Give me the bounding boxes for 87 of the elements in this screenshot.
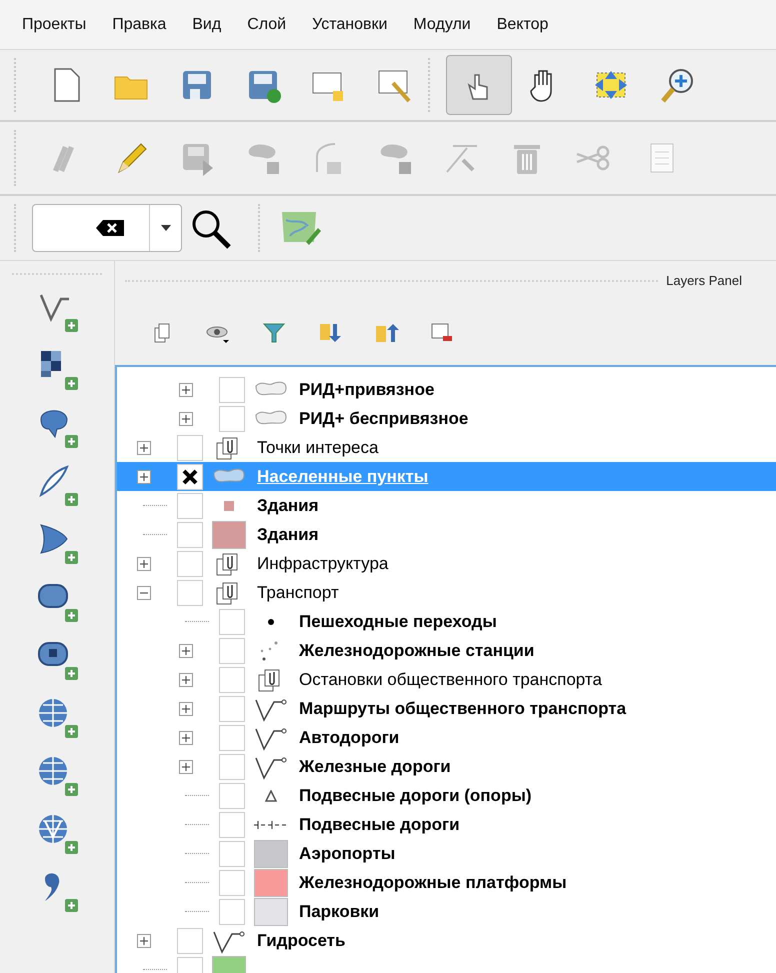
expand-icon[interactable] [179, 702, 193, 716]
menu-item[interactable]: Слой [247, 12, 286, 36]
menu-item[interactable]: Вид [192, 12, 222, 36]
layer-row[interactable]: Транспорт [117, 578, 776, 607]
collapse-icon[interactable] [137, 586, 151, 600]
expand-icon[interactable] [137, 440, 151, 454]
layer-row[interactable]: Остановки общественного транспорта [117, 665, 776, 694]
dropdown-caret-icon[interactable] [160, 225, 170, 231]
layer-name: Автодороги [299, 726, 400, 749]
layer-name: Гидросеть [257, 930, 346, 952]
layer-checkbox[interactable] [177, 434, 203, 460]
layer-row[interactable]: Парковки [117, 897, 776, 926]
layer-checkbox[interactable] [177, 928, 203, 954]
layer-checkbox[interactable] [219, 898, 245, 924]
layer-checkbox[interactable] [177, 550, 203, 576]
layer-name: Транспорт [257, 582, 339, 604]
layer-checkbox[interactable] [219, 870, 245, 896]
expand-icon[interactable] [179, 382, 193, 396]
expand-icon[interactable] [179, 412, 193, 426]
layer-name: Аэропорты [299, 842, 396, 865]
layer-name: Парковки [299, 900, 380, 923]
menu-item[interactable]: Правка [112, 12, 166, 36]
layer-name: Железнодорожные станции [299, 640, 534, 662]
expand-icon[interactable] [137, 470, 151, 484]
layer-name: Инфраструктура [257, 552, 388, 575]
menu-item[interactable]: Модули [413, 12, 471, 36]
layer-checkbox[interactable] [177, 492, 203, 518]
layer-checkbox[interactable] [219, 666, 245, 692]
layer-checkbox[interactable] [219, 696, 245, 722]
layer-checkbox[interactable] [219, 782, 245, 808]
layer-checkbox[interactable] [219, 840, 245, 866]
triangle-icon [265, 790, 277, 802]
layer-row[interactable]: Инфраструктура [117, 549, 776, 578]
layer-name: Населенные пункты [257, 466, 428, 488]
layer-checkbox[interactable] [177, 464, 203, 490]
layer-row[interactable]: Аэропорты [117, 839, 776, 868]
layer-name: Здания [257, 524, 319, 546]
layer-name: Подвесные дороги [299, 814, 460, 836]
expand-icon[interactable] [179, 644, 193, 658]
layer-name: Маршруты общественного транспорта [299, 698, 626, 720]
clear-icon[interactable] [95, 219, 125, 237]
expand-icon[interactable] [179, 760, 193, 774]
layer-name: РИД+привязное [299, 378, 434, 401]
layer-row[interactable]: РИД+привязное [117, 375, 776, 404]
layer-checkbox[interactable] [219, 406, 245, 432]
expand-icon[interactable] [179, 730, 193, 744]
layer-name: Пешеходные переходы [299, 610, 497, 633]
layer-name: Точки интереса [257, 436, 378, 459]
layer-row[interactable]: Подвесные дороги (опоры) [117, 781, 776, 810]
layer-row[interactable]: Подвесные дороги [117, 810, 776, 839]
menu-item[interactable]: Вектор [496, 12, 548, 36]
layer-checkbox[interactable] [219, 638, 245, 664]
expand-icon[interactable] [179, 672, 193, 686]
layer-row[interactable]: РИД+ беспривязное [117, 404, 776, 433]
layer-checkbox[interactable] [219, 724, 245, 750]
layer-name: Здания [257, 494, 319, 517]
layer-checkbox[interactable] [177, 580, 203, 606]
layer-row[interactable]: Автодороги [117, 723, 776, 752]
layer-name: Железнодорожные платформы [299, 872, 567, 894]
toolbar-button[interactable] [446, 55, 512, 115]
expand-icon[interactable] [137, 556, 151, 570]
layer-row[interactable]: Гидросеть [117, 926, 776, 955]
dot-icon [268, 618, 274, 624]
layer-name: Подвесные дороги (опоры) [299, 784, 532, 807]
layer-row[interactable]: Здания [117, 520, 776, 549]
layer-row[interactable]: Железнодорожные платформы [117, 868, 776, 897]
layer-row[interactable]: Здания [117, 491, 776, 520]
layer-row[interactable]: Железнодорожные станции [117, 636, 776, 665]
cross-mark-icon [181, 468, 199, 484]
layer-checkbox[interactable] [219, 812, 245, 838]
layer-name: РИД+ беспривязное [299, 408, 468, 430]
layer-checkbox[interactable] [219, 376, 245, 402]
menu-item[interactable]: Установки [312, 12, 388, 36]
layer-row[interactable]: Маршруты общественного транспорта [117, 694, 776, 723]
panel-title: Layers Panel [666, 272, 742, 290]
layer-checkbox[interactable] [219, 754, 245, 780]
menu-item[interactable]: Проекты [22, 12, 86, 36]
layer-row[interactable]: Пешеходные переходы [117, 607, 776, 636]
layer-checkbox[interactable] [177, 522, 203, 548]
layer-name: Железные дороги [299, 756, 451, 778]
layer-checkbox[interactable] [219, 608, 245, 634]
layer-row[interactable]: Железные дороги [117, 752, 776, 781]
dashed-line-icon [254, 820, 288, 830]
layer-row[interactable]: Точки интереса [117, 433, 776, 462]
layer-name: Остановки общественного транспорта [299, 668, 602, 691]
search-combo-box[interactable] [32, 204, 182, 252]
expand-icon[interactable] [137, 934, 151, 948]
